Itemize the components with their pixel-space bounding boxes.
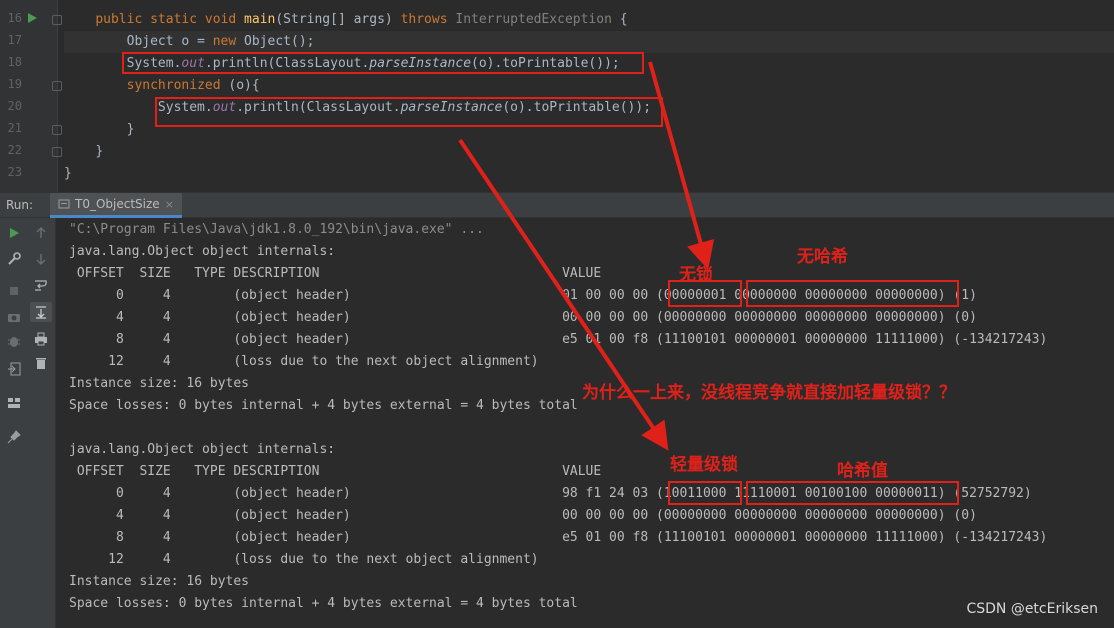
- print-icon[interactable]: [32, 330, 50, 348]
- code-token: }: [95, 144, 104, 159]
- code-token: synchronized: [126, 78, 229, 93]
- fold-icon[interactable]: [52, 147, 62, 157]
- line-number[interactable]: 21: [0, 121, 22, 135]
- soft-wrap-icon[interactable]: [32, 276, 50, 294]
- stop-icon[interactable]: [5, 282, 23, 300]
- scroll-to-end-icon[interactable]: [30, 302, 52, 322]
- arrow-down-icon[interactable]: [32, 250, 50, 268]
- annotation-no-hash: 无哈希: [797, 247, 848, 267]
- console-line: Space losses: 0 bytes internal + 4 bytes…: [69, 398, 578, 413]
- code-token: Object o =: [126, 34, 213, 49]
- layout-icon[interactable]: [5, 394, 23, 412]
- highlight-box-hash-bits-1: [746, 280, 959, 307]
- console-line: Space losses: 0 bytes internal + 4 bytes…: [69, 596, 578, 611]
- close-icon[interactable]: ×: [165, 198, 174, 211]
- annotation-no-lock: 无锁: [679, 265, 713, 285]
- console-line: Instance size: 16 bytes: [69, 376, 250, 391]
- code-token: }: [126, 122, 135, 137]
- console-line: 8 4 (object header) e5 01 00 f8 (1110010…: [69, 530, 1048, 545]
- highlight-box-println-2: [155, 97, 663, 127]
- editor-gutter: 16 17 18 19 20 21 22 23: [0, 0, 58, 192]
- code-token: (String[] args): [275, 12, 401, 27]
- annotation-lightweight-lock: 轻量级锁: [670, 455, 738, 475]
- highlight-box-println-1: [122, 52, 644, 74]
- code-token: InterruptedException: [455, 12, 612, 27]
- console-line: Instance size: 16 bytes: [69, 574, 250, 589]
- tab-run-config[interactable]: T0_ObjectSize ×: [50, 193, 182, 218]
- line-number[interactable]: 23: [0, 165, 22, 179]
- console-command-line: "C:\Program Files\Java\jdk1.8.0_192\bin\…: [69, 222, 484, 237]
- code-token: new: [212, 34, 245, 49]
- console-line: 4 4 (object header) 00 00 00 00 (0000000…: [69, 310, 977, 325]
- fold-icon[interactable]: [52, 15, 62, 25]
- tab-run-config-label: T0_ObjectSize: [75, 197, 160, 211]
- code-line[interactable]: }: [64, 141, 1114, 163]
- annotation-question: 为什么一上来，没线程竞争就直接加轻量级锁？？: [582, 383, 956, 403]
- arrow-up-icon[interactable]: [32, 224, 50, 242]
- console-line: java.lang.Object object internals:: [69, 442, 336, 457]
- code-token: }: [64, 166, 72, 181]
- line-number[interactable]: 19: [0, 77, 22, 91]
- line-number[interactable]: 18: [0, 55, 22, 69]
- highlight-box-hash-bits-2: [746, 481, 959, 505]
- line-number[interactable]: 20: [0, 99, 22, 113]
- pin-icon[interactable]: [5, 428, 23, 446]
- line-number[interactable]: 22: [0, 143, 22, 157]
- code-line[interactable]: }: [64, 163, 1114, 185]
- code-token: main: [244, 12, 276, 27]
- highlight-box-lock-bits-2: [668, 481, 742, 505]
- trash-icon[interactable]: [32, 354, 50, 372]
- code-token: Object();: [244, 34, 315, 49]
- camera-icon[interactable]: [5, 308, 23, 326]
- console-line: OFFSET SIZE TYPE DESCRIPTION VALUE: [69, 464, 602, 479]
- fold-icon[interactable]: [52, 125, 62, 135]
- code-editor[interactable]: 16 17 18 19 20 21 22 23 public static void main…: [0, 0, 1114, 192]
- rerun-icon[interactable]: [5, 224, 23, 242]
- code-line[interactable]: synchronized (o){: [64, 75, 1114, 97]
- code-token: {: [611, 12, 628, 27]
- run-gutter-icon[interactable]: [28, 13, 37, 23]
- console-line: 12 4 (loss due to the next object alignm…: [69, 354, 539, 369]
- console-line: 8 4 (object header) e5 01 00 f8 (1110010…: [69, 332, 1048, 347]
- run-toolbar: Run: T0_ObjectSize ×: [0, 192, 1114, 218]
- console-line: java.lang.Object object internals:: [69, 244, 336, 259]
- line-number[interactable]: 16: [0, 11, 22, 25]
- exit-icon[interactable]: [5, 360, 23, 378]
- console-line: OFFSET SIZE TYPE DESCRIPTION VALUE: [69, 266, 602, 281]
- code-token: throws: [400, 12, 456, 27]
- debug-icon[interactable]: [5, 332, 23, 350]
- run-label: Run:: [6, 198, 34, 212]
- code-line[interactable]: Object o = new Object();: [64, 31, 1114, 53]
- console-line: 4 4 (object header) 00 00 00 00 (0000000…: [69, 508, 977, 523]
- console-line: 12 4 (loss due to the next object alignm…: [69, 552, 539, 567]
- run-config-icon: [58, 199, 70, 209]
- line-number[interactable]: 17: [0, 33, 22, 47]
- run-side-toolbar: [0, 218, 56, 628]
- code-line[interactable]: public static void main(String[] args) t…: [64, 9, 1114, 31]
- code-token: public static void: [95, 12, 245, 27]
- wrench-icon[interactable]: [5, 250, 23, 268]
- watermark: CSDN @etcEriksen: [966, 601, 1098, 617]
- annotation-hash-value: 哈希值: [837, 461, 888, 481]
- fold-icon[interactable]: [52, 81, 62, 91]
- code-token: (o){: [228, 78, 260, 93]
